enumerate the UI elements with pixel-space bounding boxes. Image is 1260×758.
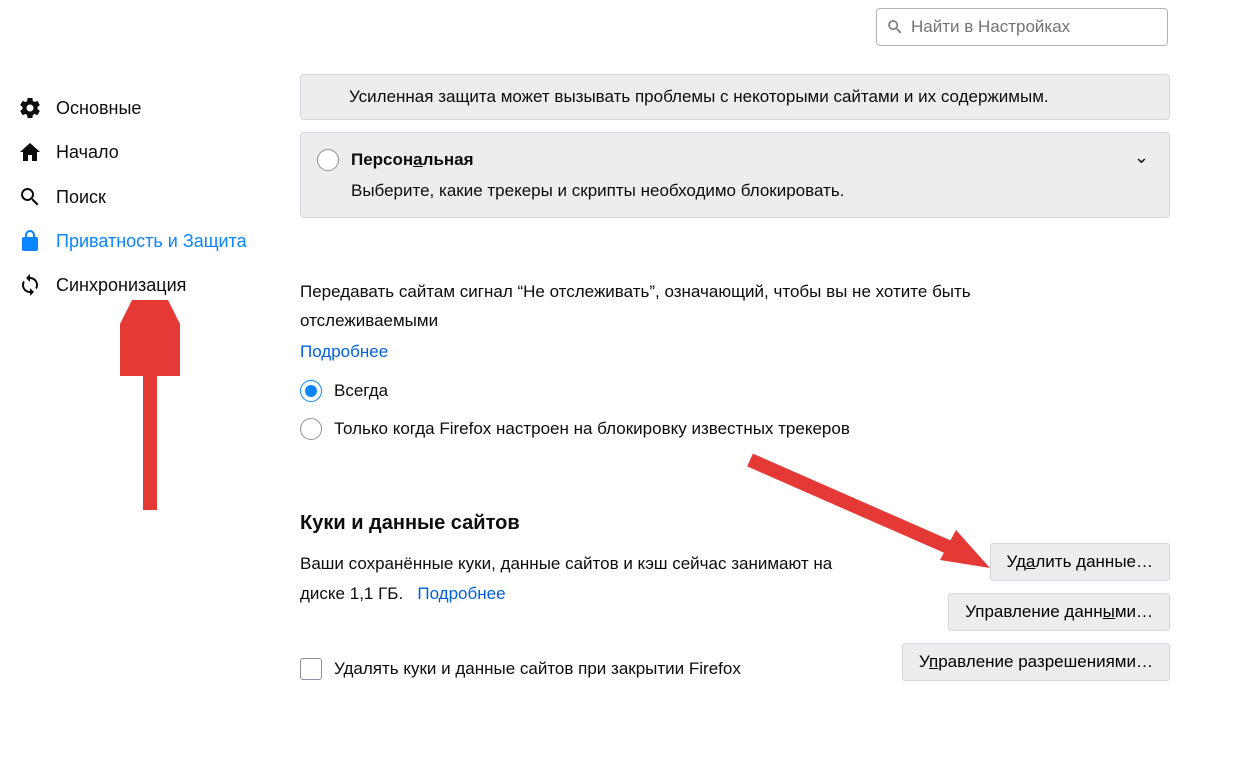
sidebar-item-search[interactable]: Поиск	[18, 175, 258, 219]
annotation-arrow-1	[120, 300, 180, 520]
sidebar-item-label: Начало	[56, 140, 119, 164]
chevron-down-icon[interactable]: ⌄	[1134, 147, 1149, 168]
cookies-section-title: Куки и данные сайтов	[300, 512, 1170, 535]
cookies-learn-more-link[interactable]: Подробнее	[417, 584, 505, 603]
cookies-description: Ваши сохранённые куки, данные сайтов и к…	[300, 549, 860, 610]
gear-icon	[18, 96, 42, 120]
checkbox-delete-on-close[interactable]	[300, 658, 322, 680]
dnt-radio-only-when[interactable]: Только когда Firefox настроен на блокиро…	[300, 418, 1170, 440]
protection-custom-title: Персональная	[351, 150, 474, 170]
sync-icon	[18, 273, 42, 297]
sidebar-item-privacy[interactable]: Приватность и Защита	[18, 219, 258, 263]
dnt-learn-more-link[interactable]: Подробнее	[300, 342, 388, 362]
radio-selected-icon	[300, 380, 322, 402]
protection-warning-box: Усиленная защита может вызывать проблемы…	[300, 74, 1170, 120]
radio-unselected-icon	[300, 418, 322, 440]
delete-on-close-label: Удалять куки и данные сайтов при закрыти…	[334, 659, 741, 679]
sidebar-item-label: Основные	[56, 96, 141, 120]
manage-permissions-button[interactable]: Управление разрешениями…	[902, 643, 1170, 681]
search-container	[876, 8, 1168, 46]
home-icon	[18, 140, 42, 164]
lock-icon	[18, 229, 42, 253]
sidebar-item-label: Синхронизация	[56, 273, 186, 297]
content-area: Усиленная защита может вызывать проблемы…	[300, 74, 1170, 680]
sidebar-item-label: Поиск	[56, 185, 106, 209]
sidebar-item-sync[interactable]: Синхронизация	[18, 263, 258, 307]
clear-data-button[interactable]: Удалить данные…	[990, 543, 1170, 581]
manage-data-button[interactable]: Управление данными…	[948, 593, 1170, 631]
protection-custom-subtitle: Выберите, какие трекеры и скрипты необхо…	[351, 181, 1121, 201]
search-input[interactable]	[876, 8, 1168, 46]
dnt-radio-always[interactable]: Всегда	[300, 380, 1170, 402]
search-icon	[18, 185, 42, 209]
dnt-description: Передавать сайтам сигнал “Не отслеживать…	[300, 278, 1080, 336]
protection-warning-text: Усиленная защита может вызывать проблемы…	[349, 87, 1049, 106]
radio-custom[interactable]	[317, 149, 339, 171]
dnt-always-label: Всегда	[334, 381, 388, 401]
sidebar-item-label: Приватность и Защита	[56, 229, 247, 253]
sidebar: Основные Начало Поиск Приватность и Защи…	[18, 86, 258, 307]
sidebar-item-general[interactable]: Основные	[18, 86, 258, 130]
protection-custom-option[interactable]: Персональная Выберите, какие трекеры и с…	[300, 132, 1170, 218]
sidebar-item-home[interactable]: Начало	[18, 130, 258, 174]
dnt-section: Передавать сайтам сигнал “Не отслеживать…	[300, 278, 1170, 440]
dnt-only-when-label: Только когда Firefox настроен на блокиро…	[334, 419, 850, 439]
search-icon	[886, 18, 904, 36]
